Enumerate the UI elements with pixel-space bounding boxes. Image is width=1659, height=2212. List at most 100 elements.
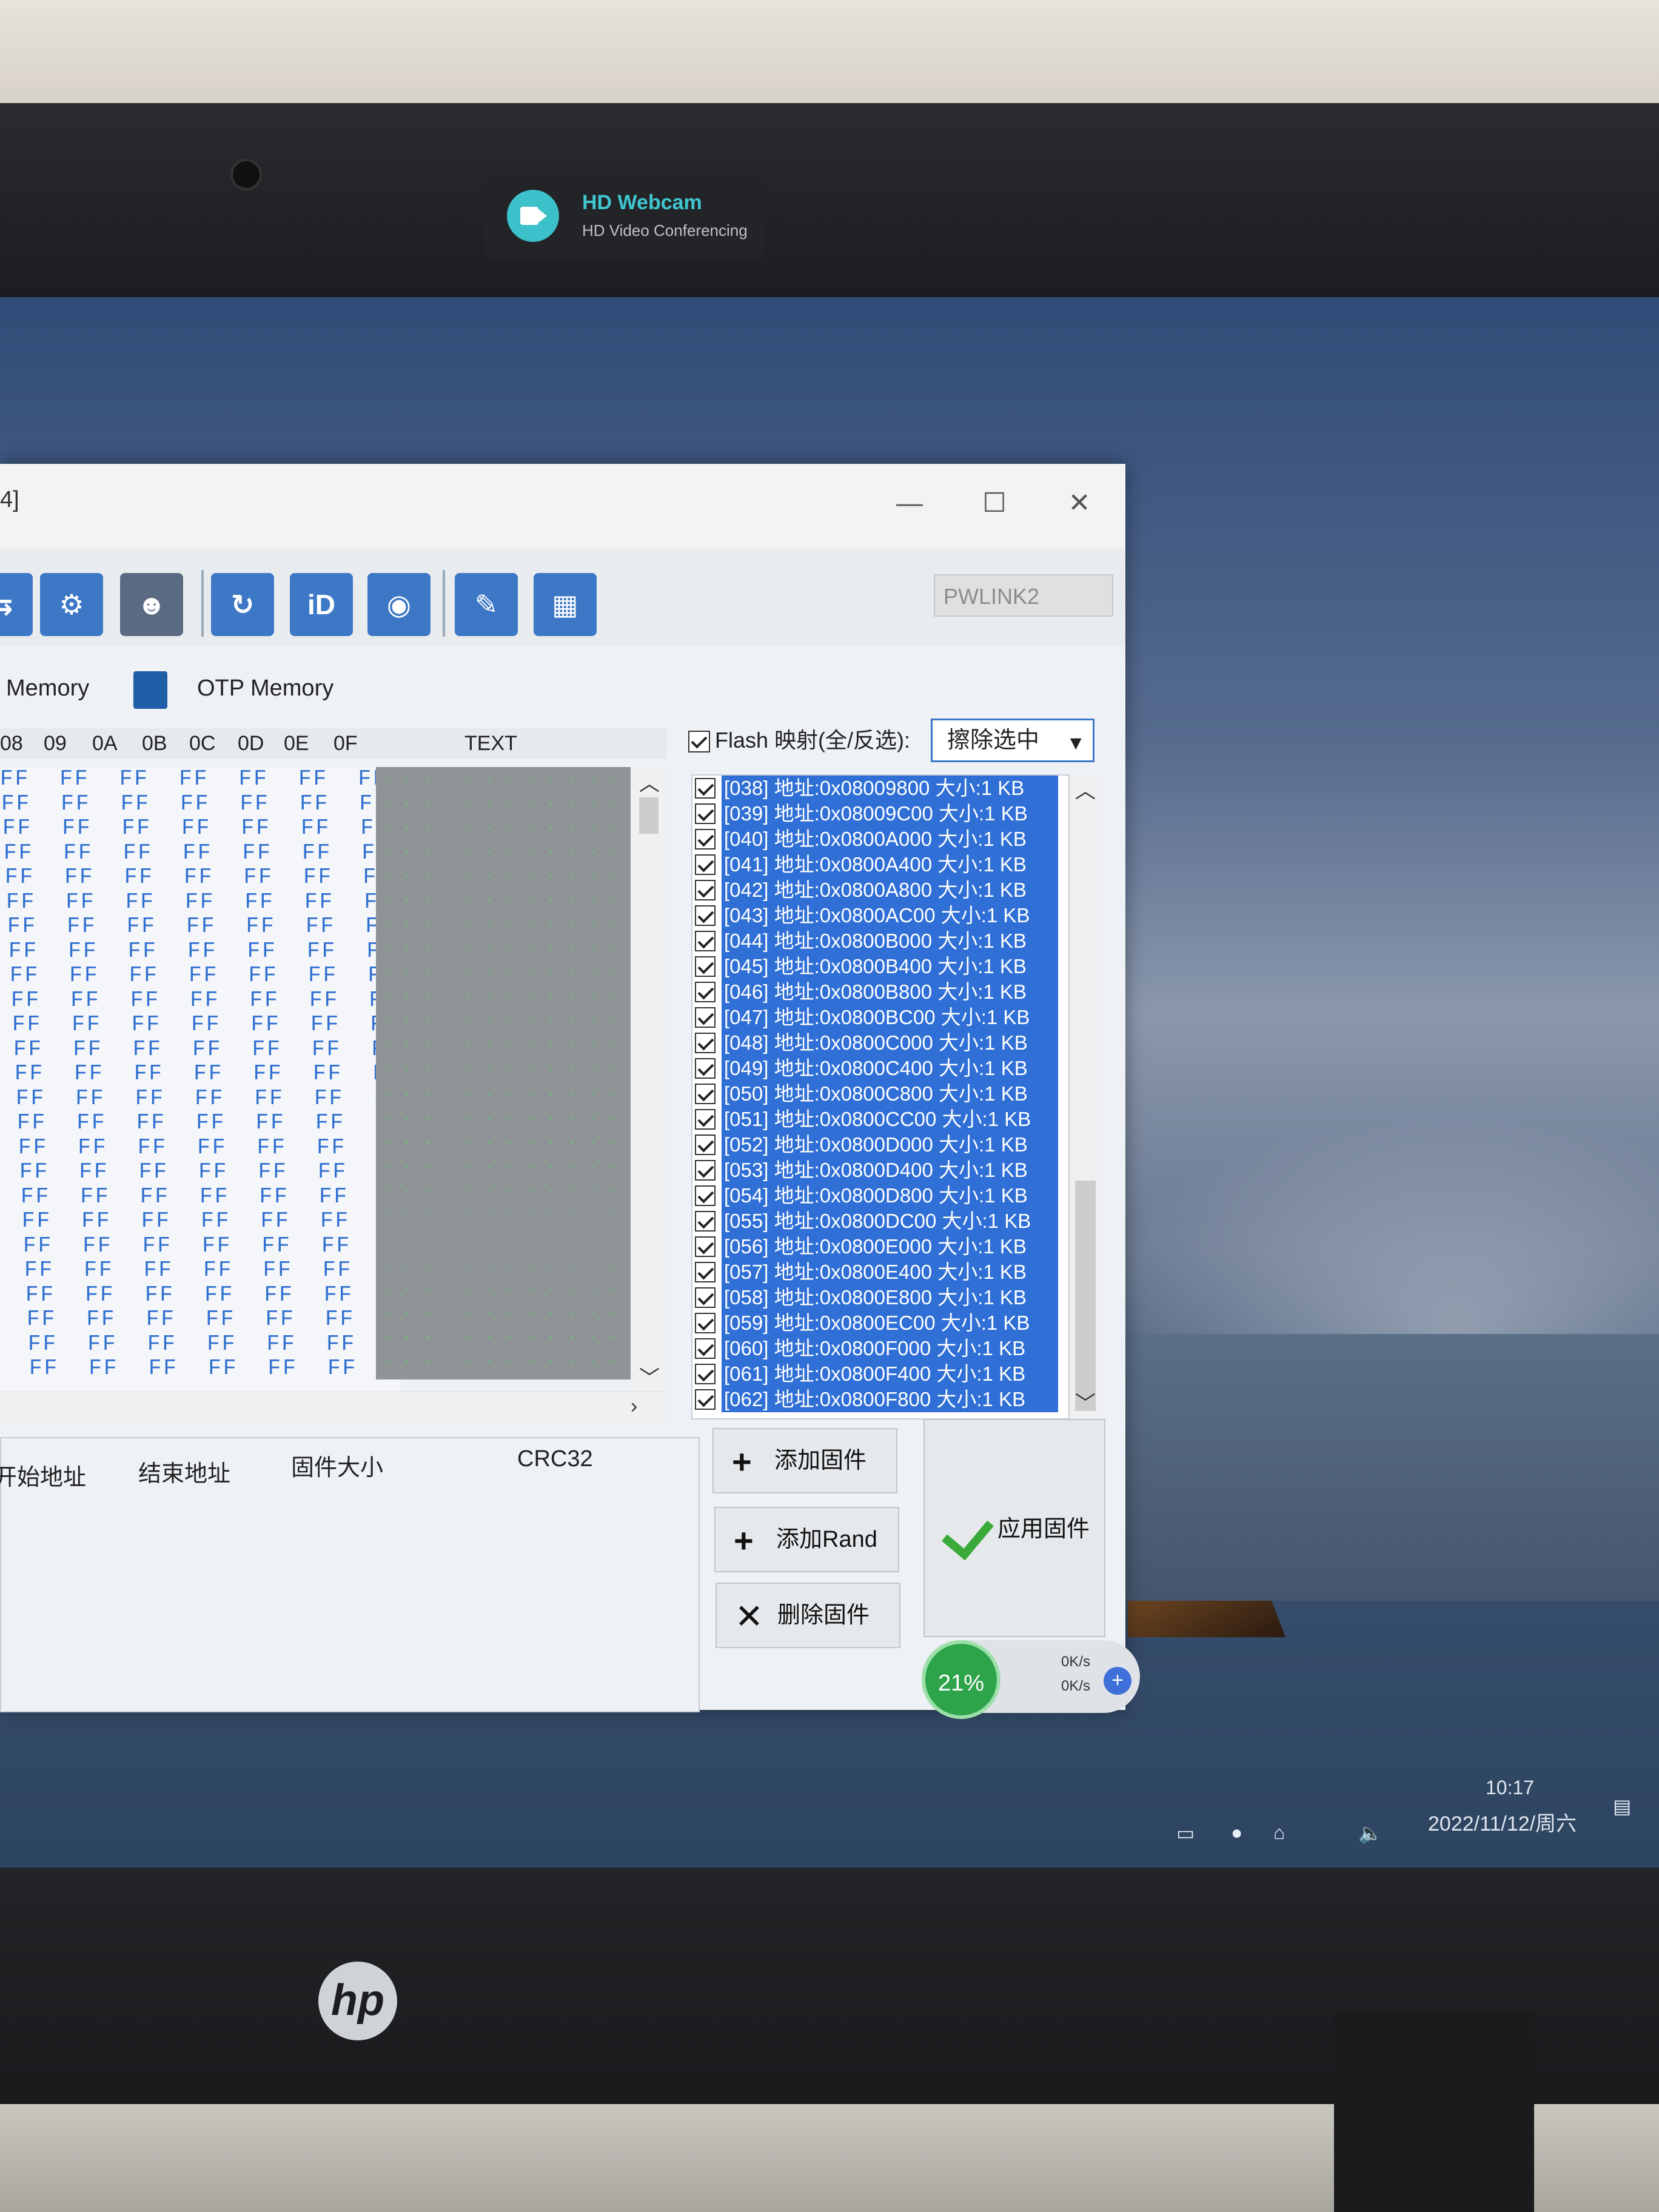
sector-row[interactable]: [053] 地址:0x0800D400 大小:1 KB (692, 1158, 1068, 1183)
record-icon[interactable]: ◉ (367, 573, 431, 636)
hex-row[interactable]: FF FF FF FF FF FF FF FF FF (0, 890, 400, 915)
sector-row[interactable]: [060] 地址:0x0800F000 大小:1 KB (692, 1336, 1068, 1361)
hex-grid[interactable]: FF FF FF FF FF FF FF FF FF FF FF FF FF FF… (0, 767, 400, 1398)
sector-row[interactable]: [044] 地址:0x0800B000 大小:1 KB (692, 928, 1068, 954)
erase-icon[interactable]: ✎ (455, 573, 518, 636)
scroll-right-icon[interactable]: › (631, 1395, 637, 1418)
notification-icon[interactable]: ▤ (1613, 1795, 1631, 1818)
hex-row[interactable]: FF FF FF FF FF FF FF FF FF (0, 816, 400, 841)
hex-vertical-scrollbar[interactable]: ︿ ﹀ (631, 767, 667, 1392)
sector-checkbox[interactable] (695, 829, 716, 850)
robot-icon[interactable]: ☻ (120, 573, 183, 636)
sector-checkbox[interactable] (695, 931, 716, 951)
sector-checkbox[interactable] (695, 1364, 716, 1384)
scroll-down-icon[interactable]: ﹀ (639, 1361, 660, 1391)
sector-list[interactable]: [038] 地址:0x08009800 大小:1 KB [039] 地址:0x08… (691, 774, 1070, 1419)
device-select[interactable]: PWLINK2 (934, 574, 1113, 617)
tab-otp-memory[interactable]: OTP Memory (197, 658, 333, 719)
sector-row[interactable]: [054] 地址:0x0800D800 大小:1 KB (692, 1183, 1068, 1208)
sector-checkbox[interactable] (695, 1084, 716, 1104)
hex-row[interactable]: FF FF FF FF FF FF FF FF FF (0, 939, 400, 964)
sector-checkbox[interactable] (695, 905, 716, 926)
hex-row[interactable]: FF FF FF FF FF FF FF FF FF (0, 1037, 400, 1062)
sector-row[interactable]: [049] 地址:0x0800C400 大小:1 KB (692, 1056, 1068, 1081)
sector-row[interactable]: [045] 地址:0x0800B400 大小:1 KB (692, 954, 1068, 979)
hex-row[interactable]: FF FF FF FF FF FF FF FF FF (0, 1233, 400, 1259)
close-button[interactable]: ✕ (1055, 482, 1104, 525)
sector-checkbox[interactable] (695, 1033, 716, 1053)
plus-icon[interactable]: + (1104, 1667, 1131, 1695)
sector-row[interactable]: [047] 地址:0x0800BC00 大小:1 KB (692, 1005, 1068, 1030)
sector-checkbox[interactable] (695, 1287, 716, 1308)
sector-row[interactable]: [052] 地址:0x0800D000 大小:1 KB (692, 1132, 1068, 1158)
minimize-button[interactable]: — (885, 482, 934, 525)
chip-icon[interactable]: ▦ (534, 573, 597, 636)
sector-row[interactable]: [059] 地址:0x0800EC00 大小:1 KB (692, 1310, 1068, 1336)
hex-row[interactable]: FF FF FF FF FF FF FF FF FF (0, 1356, 400, 1381)
sector-checkbox[interactable] (695, 1262, 716, 1282)
erase-mode-select[interactable]: 擦除选中 ▼ (931, 719, 1094, 762)
sector-checkbox[interactable] (695, 1236, 716, 1257)
sector-row[interactable]: [050] 地址:0x0800C800 大小:1 KB (692, 1081, 1068, 1107)
sector-row[interactable]: [057] 地址:0x0800E400 大小:1 KB (692, 1259, 1068, 1285)
clock-time[interactable]: 10:17 (1486, 1777, 1534, 1799)
sector-checkbox[interactable] (695, 880, 716, 900)
network-speed-widget[interactable]: 21% 0K/s 0K/s + (922, 1640, 1140, 1719)
hex-row[interactable]: FF FF FF FF FF FF FF FF FF (0, 1110, 400, 1136)
network-icon[interactable]: ⌂ (1273, 1822, 1285, 1844)
maximize-button[interactable]: ☐ (970, 482, 1019, 525)
hex-row[interactable]: FF FF FF FF FF FF FF FF FF (0, 1086, 400, 1111)
sector-row[interactable]: [062] 地址:0x0800F800 大小:1 KB (692, 1387, 1068, 1412)
hex-row[interactable]: FF FF FF FF FF FF FF FF FF (0, 1135, 400, 1161)
sector-row[interactable]: [061] 地址:0x0800F400 大小:1 KB (692, 1361, 1068, 1387)
hex-row[interactable]: FF FF FF FF FF FF FF FF FF (0, 988, 400, 1013)
sector-row[interactable]: [041] 地址:0x0800A400 大小:1 KB (692, 852, 1068, 877)
sector-checkbox[interactable] (695, 1058, 716, 1079)
sector-row[interactable]: [042] 地址:0x0800A800 大小:1 KB (692, 877, 1068, 903)
battery-icon[interactable]: ▭ (1176, 1822, 1195, 1845)
hex-row[interactable]: FF FF FF FF FF FF FF FF FF (0, 914, 400, 939)
memory-usage-circle[interactable]: 21% (922, 1640, 1000, 1719)
hex-row[interactable]: FF FF FF FF FF FF FF FF FF (0, 1332, 400, 1357)
hex-row[interactable]: FF FF FF FF FF FF FF FF FF (0, 840, 400, 866)
connect-icon[interactable]: ⇆ (0, 573, 33, 636)
sector-row[interactable]: [038] 地址:0x08009800 大小:1 KB (692, 776, 1068, 801)
hex-row[interactable]: FF FF FF FF FF FF FF FF FF (0, 791, 400, 817)
add-rand-button[interactable]: + 添加Rand (714, 1507, 899, 1572)
sector-row[interactable]: [040] 地址:0x0800A000 大小:1 KB (692, 826, 1068, 852)
flash-map-toggle[interactable]: Flash 映射(全/反选): (688, 719, 910, 762)
sector-checkbox[interactable] (695, 1185, 716, 1206)
apply-firmware-button[interactable]: 应用固件 (923, 1419, 1105, 1637)
hex-row[interactable]: FF FF FF FF FF FF FF FF FF (0, 1159, 400, 1185)
scroll-up-icon[interactable]: ︿ (1075, 774, 1096, 804)
hex-row[interactable]: FF FF FF FF FF FF FF FF FF (0, 1184, 400, 1210)
scroll-down-icon[interactable]: ﹀ (1075, 1387, 1096, 1416)
add-firmware-button[interactable]: + 添加固件 (712, 1428, 897, 1493)
sector-row[interactable]: [039] 地址:0x08009C00 大小:1 KB (692, 801, 1068, 826)
hex-row[interactable]: FF FF FF FF FF FF FF FF FF (0, 1012, 400, 1037)
scroll-thumb[interactable] (639, 797, 659, 834)
refresh-icon[interactable]: ↻ (211, 573, 274, 636)
sector-checkbox[interactable] (695, 854, 716, 875)
sector-row[interactable]: [055] 地址:0x0800DC00 大小:1 KB (692, 1208, 1068, 1234)
id-icon[interactable]: iD (290, 573, 353, 636)
hex-row[interactable]: FF FF FF FF FF FF FF FF FF (0, 963, 400, 988)
dropdown-arrow-icon[interactable]: ▼ (1066, 723, 1085, 763)
sector-row[interactable]: [046] 地址:0x0800B800 大小:1 KB (692, 979, 1068, 1005)
sector-checkbox[interactable] (695, 1109, 716, 1130)
sector-row[interactable]: [051] 地址:0x0800CC00 大小:1 KB (692, 1107, 1068, 1132)
sector-row[interactable]: [043] 地址:0x0800AC00 大小:1 KB (692, 903, 1068, 928)
sector-checkbox[interactable] (695, 778, 716, 799)
sector-checkbox[interactable] (695, 1389, 716, 1410)
hex-row[interactable]: FF FF FF FF FF FF FF FF FF (0, 865, 400, 890)
sector-row[interactable]: [048] 地址:0x0800C000 大小:1 KB (692, 1030, 1068, 1056)
sector-checkbox[interactable] (695, 1007, 716, 1028)
sector-checkbox[interactable] (695, 803, 716, 824)
sector-checkbox[interactable] (695, 1211, 716, 1232)
sector-checkbox[interactable] (695, 956, 716, 977)
settings-icon[interactable]: ⚙ (40, 573, 103, 636)
hex-row[interactable]: FF FF FF FF FF FF FF FF FF (0, 767, 400, 792)
hex-row[interactable]: FF FF FF FF FF FF FF FF FF (0, 1061, 400, 1087)
hex-horizontal-scrollbar[interactable]: › (0, 1392, 667, 1423)
hex-row[interactable]: FF FF FF FF FF FF FF FF FF (0, 1208, 400, 1234)
